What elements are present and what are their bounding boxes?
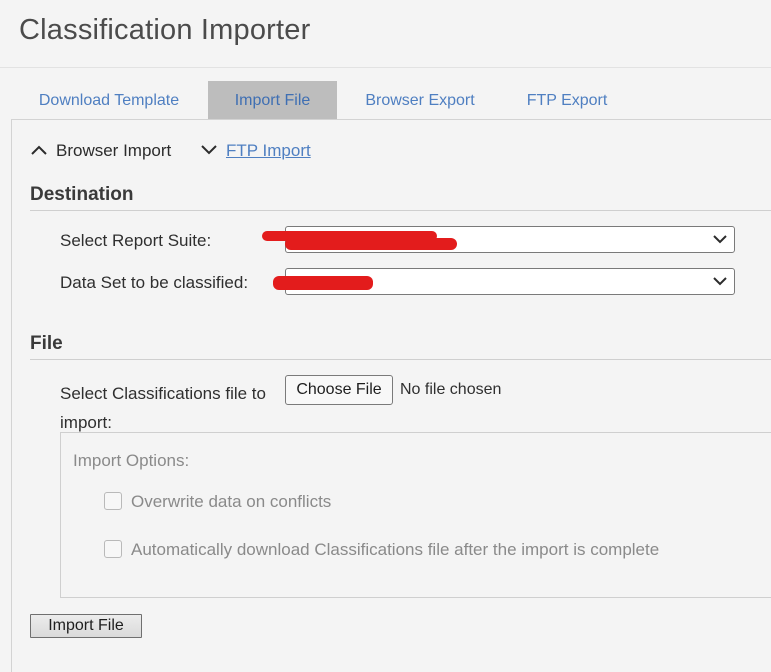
report-suite-label: Select Report Suite: xyxy=(60,231,212,250)
choose-file-button[interactable]: Choose File xyxy=(285,375,393,405)
overwrite-label: Overwrite data on conflicts xyxy=(131,492,332,511)
auto-download-checkbox[interactable] xyxy=(104,540,122,558)
destination-section-title: Destination xyxy=(30,184,134,205)
destination-divider xyxy=(30,210,771,211)
browser-import-label: Browser Import xyxy=(56,141,172,160)
import-file-button[interactable]: Import File xyxy=(30,614,142,638)
redaction-mark xyxy=(285,238,457,250)
page-header: Classification Importer xyxy=(0,0,771,68)
tab-download-template[interactable]: Download Template xyxy=(12,81,206,120)
chevron-down-icon xyxy=(713,235,727,244)
auto-download-label: Automatically download Classifications f… xyxy=(131,540,660,559)
browser-import-toggle[interactable]: Browser Import xyxy=(30,138,190,164)
tab-import-file[interactable]: Import File xyxy=(208,81,337,120)
chevron-down-icon xyxy=(713,277,727,286)
page-title: Classification Importer xyxy=(19,14,311,46)
chevron-up-icon xyxy=(31,145,47,155)
import-options-title: Import Options: xyxy=(73,451,190,470)
ftp-import-link[interactable]: FTP Import xyxy=(226,138,311,164)
file-divider xyxy=(30,359,771,360)
data-set-label: Data Set to be classified: xyxy=(60,273,249,292)
ftp-import-toggle[interactable]: FTP Import xyxy=(200,138,320,164)
chevron-down-icon xyxy=(201,145,217,155)
select-file-label: Select Classifications file to import: xyxy=(60,384,266,432)
file-status: No file chosen xyxy=(400,381,502,398)
tab-browser-export[interactable]: Browser Export xyxy=(355,81,485,120)
overwrite-checkbox[interactable] xyxy=(104,492,122,510)
redaction-mark xyxy=(273,276,373,290)
file-section-title: File xyxy=(30,333,63,354)
tab-bar: Download Template Import File Browser Ex… xyxy=(12,81,771,120)
tab-ftp-export[interactable]: FTP Export xyxy=(515,81,619,120)
